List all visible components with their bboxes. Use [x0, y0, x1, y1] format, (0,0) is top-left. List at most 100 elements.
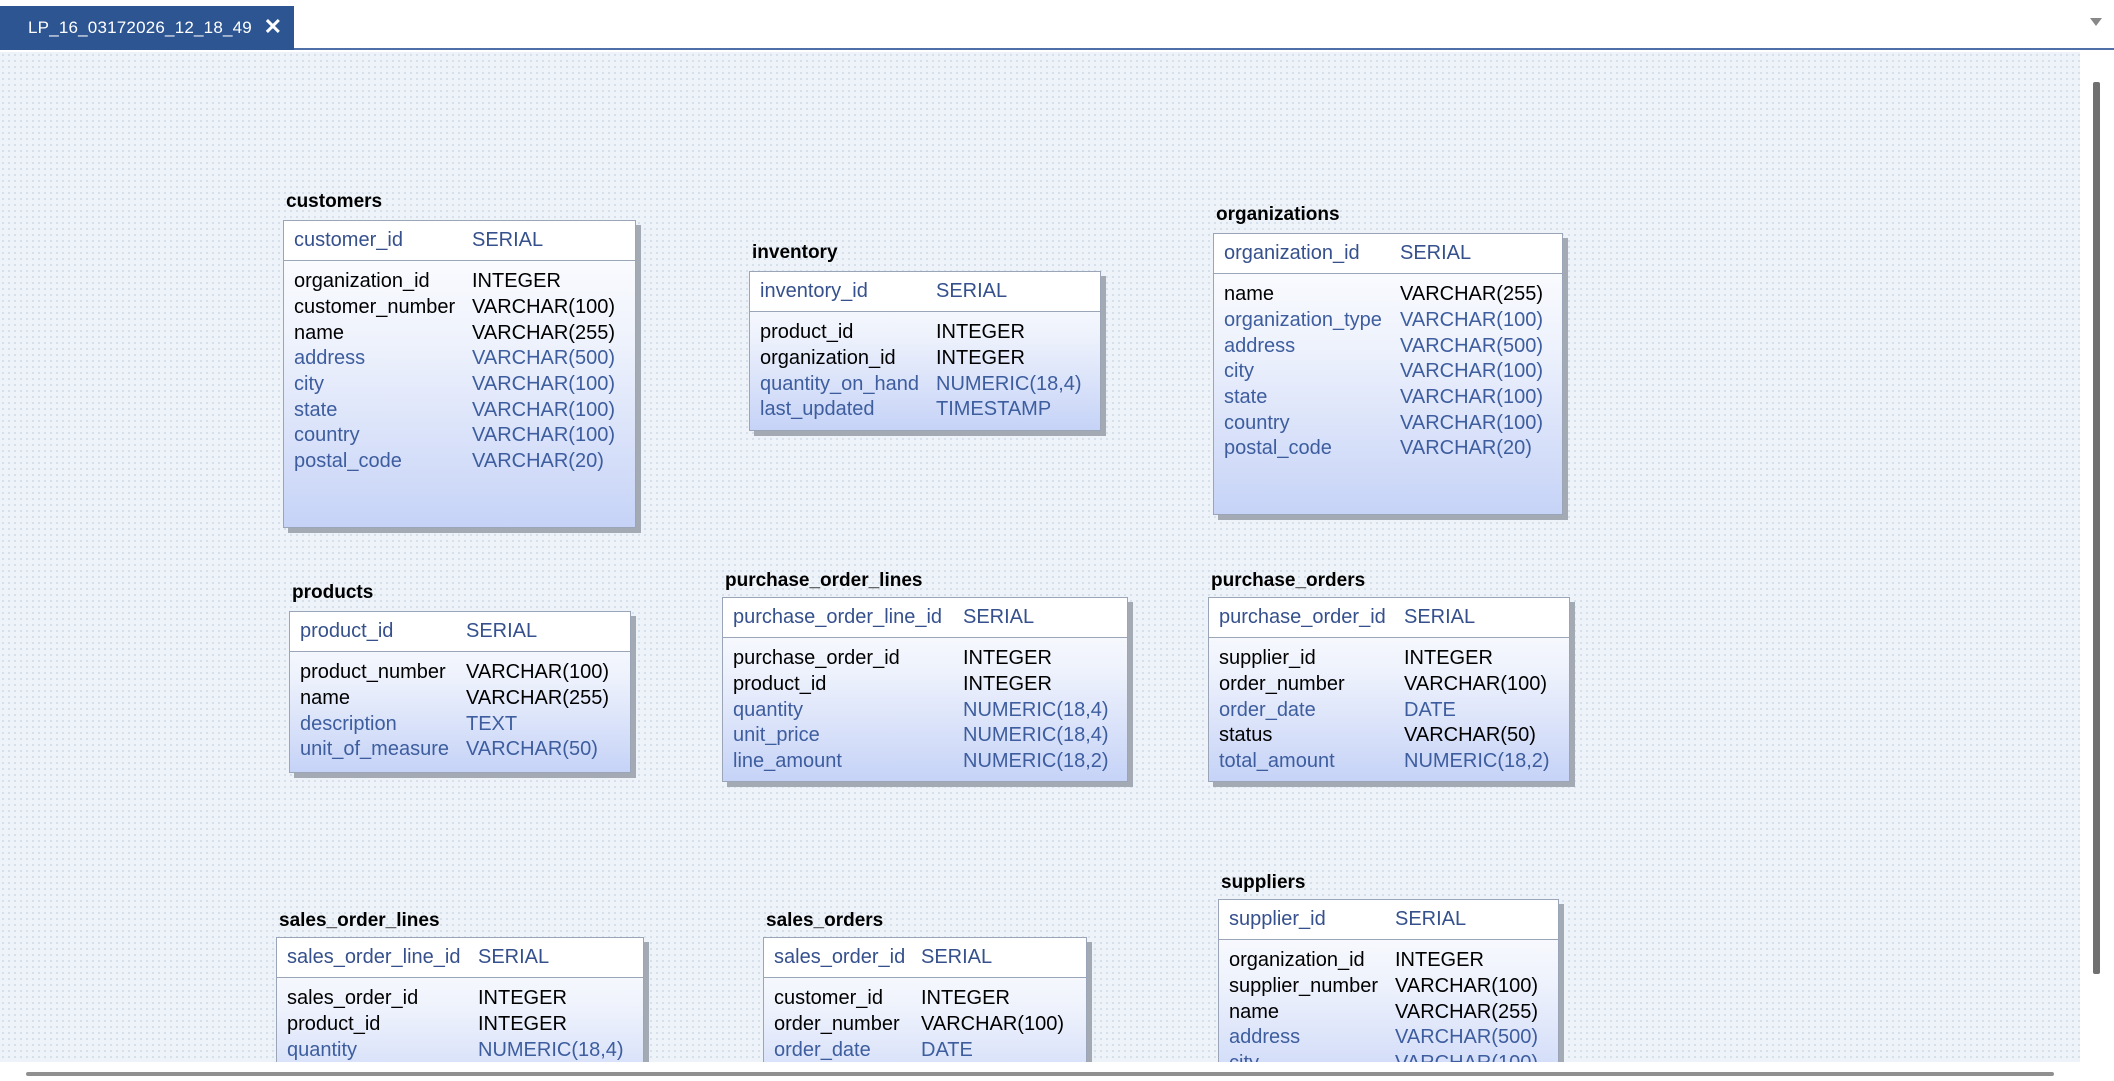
column-type: VARCHAR(100) [1400, 360, 1543, 383]
column-row: organization_type VARCHAR(100) [1224, 308, 1562, 334]
column-row: purchase_order_id INTEGER [733, 646, 1127, 672]
column-type: VARCHAR(100) [472, 296, 615, 319]
column-type: SERIAL [1400, 242, 1472, 264]
column-row: postal_code VARCHAR(20) [294, 449, 635, 475]
column-name: purchase_order_id [733, 647, 900, 670]
column-type: NUMERIC(18,4) [963, 724, 1109, 747]
column-name: inventory_id [760, 280, 868, 302]
close-icon[interactable]: ✕ [264, 16, 282, 38]
column-name: last_updated [760, 398, 875, 421]
column-name: customer_number [294, 296, 456, 319]
column-row: product_id INTEGER [733, 672, 1127, 698]
column-type: VARCHAR(100) [1395, 975, 1538, 998]
column-type: VARCHAR(500) [1400, 334, 1543, 357]
column-type: VARCHAR(100) [472, 398, 615, 421]
column-type: VARCHAR(100) [472, 373, 615, 396]
column-type: DATE [1404, 698, 1456, 721]
column-type: SERIAL [478, 946, 550, 968]
diagram-canvas[interactable]: customers customer_id SERIAL organizatio… [0, 52, 2080, 1062]
entity-products[interactable]: product_id SERIAL product_number VARCHAR(… [289, 611, 631, 773]
column-list: customer_id INTEGER order_number VARCHAR(1… [764, 978, 1086, 1062]
column-name: organization_id [1229, 949, 1365, 972]
column-name: postal_code [294, 450, 402, 473]
entity-sales-order-lines[interactable]: sales_order_line_id SERIAL sales_order_i… [276, 937, 644, 1062]
column-row: address VARCHAR(500) [1224, 333, 1562, 359]
column-name: unit_of_measure [300, 738, 449, 761]
primary-key-row: sales_order_line_id SERIAL [277, 938, 643, 978]
vertical-scrollbar[interactable] [2082, 52, 2114, 1062]
column-name: supplier_number [1229, 975, 1378, 998]
column-name: order_date [774, 1038, 871, 1061]
column-row: organization_id INTEGER [294, 269, 635, 295]
column-name: address [294, 347, 366, 370]
column-name: customer_id [294, 229, 403, 251]
column-row: unit_of_measure VARCHAR(50) [300, 737, 630, 763]
table-title-purchase-orders: purchase_orders [1211, 570, 1366, 591]
column-name: organization_type [1224, 309, 1382, 332]
entity-sales-orders[interactable]: sales_order_id SERIAL customer_id INTEGER… [763, 937, 1087, 1062]
column-name: quantity [733, 698, 804, 721]
column-type: DATE [921, 1038, 973, 1061]
column-name: address [1224, 334, 1296, 357]
column-name: quantity [287, 1038, 358, 1061]
column-name: status [1219, 724, 1273, 747]
column-row: order_number VARCHAR(100) [1219, 672, 1569, 698]
vertical-scrollbar-thumb[interactable] [2093, 82, 2100, 974]
column-type: SERIAL [1404, 606, 1476, 628]
column-row: address VARCHAR(500) [294, 346, 635, 372]
column-name: state [294, 398, 338, 421]
column-row: quantity NUMERIC(18,4) [733, 697, 1127, 723]
column-row: sales_order_id INTEGER [287, 986, 643, 1012]
editor-tab-bar: LP_16_03172026_12_18_49 ✕ [0, 0, 2114, 50]
column-name: city [1224, 360, 1254, 383]
column-type: TEXT [466, 712, 518, 735]
column-type: INTEGER [963, 673, 1052, 696]
column-type: VARCHAR(100) [1400, 411, 1543, 434]
column-name: purchase_order_line_id [733, 606, 943, 628]
column-type: VARCHAR(255) [466, 687, 609, 710]
column-name: quantity_on_hand [760, 372, 920, 395]
column-list: sales_order_id INTEGER product_id INTEGER … [277, 978, 643, 1062]
table-title-organizations: organizations [1216, 204, 1340, 225]
column-name: name [1224, 283, 1275, 306]
horizontal-scrollbar-thumb[interactable] [26, 1072, 2054, 1076]
column-type: NUMERIC(18,4) [478, 1038, 624, 1061]
column-row: order_number VARCHAR(100) [774, 1012, 1086, 1038]
tab-diagram[interactable]: LP_16_03172026_12_18_49 ✕ [0, 6, 294, 50]
column-type: SERIAL [921, 946, 993, 968]
entity-purchase-orders[interactable]: purchase_order_id SERIAL supplier_id INTE… [1208, 597, 1570, 782]
entity-suppliers[interactable]: supplier_id SERIAL organization_id INTEGE… [1218, 899, 1559, 1062]
column-name: sales_order_line_id [287, 946, 461, 968]
entity-purchase-order-lines[interactable]: purchase_order_line_id SERIAL purchase_o… [722, 597, 1128, 782]
column-name: purchase_order_id [1219, 606, 1386, 628]
column-row: line_amount NUMERIC(18,2) [733, 749, 1127, 775]
horizontal-scrollbar[interactable] [0, 1062, 2114, 1081]
column-list: organization_id INTEGER customer_number VA… [284, 261, 635, 478]
column-row: customer_id INTEGER [774, 986, 1086, 1012]
column-type: VARCHAR(100) [1400, 386, 1543, 409]
entity-organizations[interactable]: organization_id SERIAL name VARCHAR(255) … [1213, 233, 1563, 515]
column-name: city [1229, 1052, 1395, 1062]
table-title-sales-orders: sales_orders [766, 910, 884, 931]
column-name: product_id [287, 1013, 381, 1036]
entity-customers[interactable]: customer_id SERIAL organization_id INTEGE… [283, 220, 636, 528]
column-type: SERIAL [1395, 908, 1467, 930]
column-type: VARCHAR(500) [1395, 1026, 1538, 1049]
column-name: customer_id [774, 987, 883, 1010]
column-name: organization_id [1224, 242, 1360, 264]
column-type: VARCHAR(50) [466, 738, 598, 761]
column-name: product_id [733, 673, 827, 696]
column-row: product_id INTEGER [760, 320, 1100, 346]
column-type: INTEGER [1404, 647, 1493, 670]
column-type: VARCHAR(255) [472, 321, 615, 344]
column-name: organization_id [760, 347, 896, 370]
column-row: organization_id INTEGER [1229, 948, 1558, 974]
column-type: INTEGER [472, 270, 561, 293]
column-type: INTEGER [921, 987, 1010, 1010]
column-row: city VARCHAR(100) [1224, 359, 1562, 385]
tab-list-dropdown-icon[interactable] [2090, 18, 2102, 26]
column-type: SERIAL [466, 620, 538, 642]
column-name: unit_price [733, 724, 820, 747]
entity-inventory[interactable]: inventory_id SERIAL product_id INTEGER or… [749, 271, 1101, 431]
column-row: status VARCHAR(50) [1219, 723, 1569, 749]
